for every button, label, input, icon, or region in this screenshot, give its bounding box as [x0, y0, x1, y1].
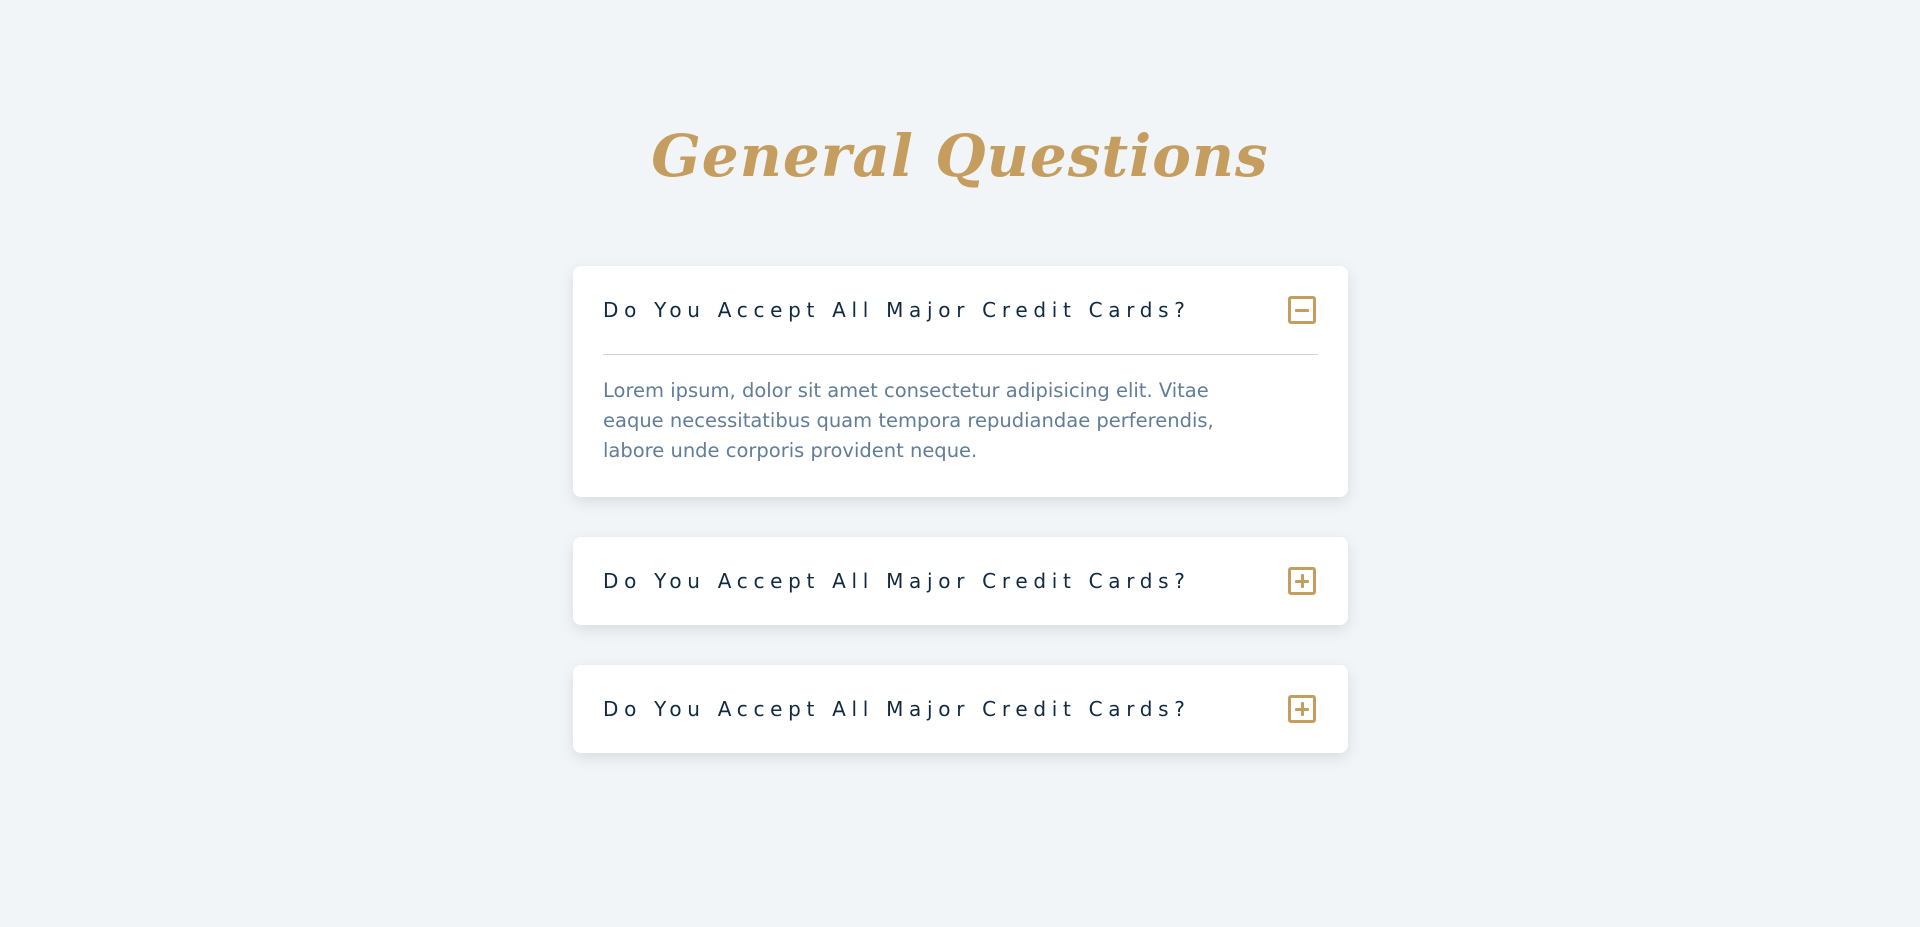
expand-button[interactable] [1288, 695, 1316, 723]
plus-square-icon-vertical [1300, 702, 1304, 716]
faq-answer: Lorem ipsum, dolor sit amet consectetur … [603, 379, 1214, 462]
collapse-button[interactable] [1288, 296, 1316, 324]
faq-item-header[interactable]: Do You Accept All Major Credit Cards? [603, 266, 1318, 354]
faq-item: Do You Accept All Major Credit Cards? [573, 665, 1348, 753]
faq-item-header[interactable]: Do You Accept All Major Credit Cards? [603, 537, 1318, 625]
faq-list: Do You Accept All Major Credit Cards? Lo… [573, 266, 1348, 793]
plus-square-icon-vertical [1300, 574, 1304, 588]
minus-square-icon [1295, 308, 1309, 312]
expand-button[interactable] [1288, 567, 1316, 595]
page-title: General Questions [651, 122, 1269, 190]
faq-question: Do You Accept All Major Credit Cards? [603, 569, 1191, 593]
faq-item: Do You Accept All Major Credit Cards? [573, 537, 1348, 625]
faq-question: Do You Accept All Major Credit Cards? [603, 697, 1191, 721]
faq-item: Do You Accept All Major Credit Cards? Lo… [573, 266, 1348, 497]
faq-item-header[interactable]: Do You Accept All Major Credit Cards? [603, 665, 1318, 753]
faq-question: Do You Accept All Major Credit Cards? [603, 298, 1191, 322]
